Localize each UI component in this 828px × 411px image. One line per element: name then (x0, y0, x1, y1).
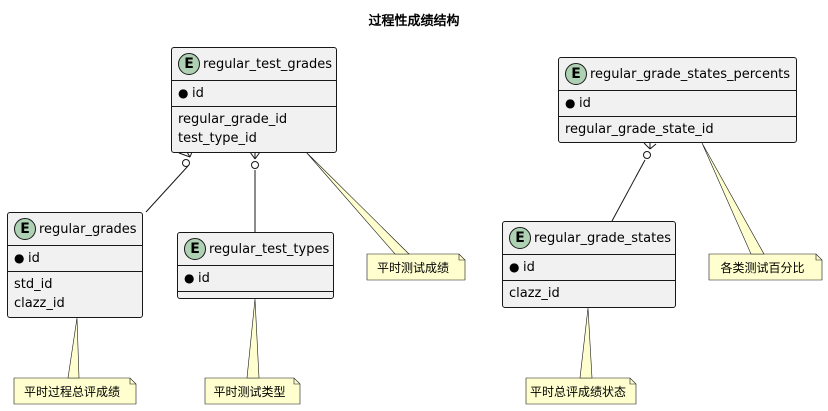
entity-header: E regular_test_types (178, 233, 333, 265)
note-text: 平时测试类型 (213, 384, 286, 399)
entity-name: regular_grades (39, 221, 137, 237)
entity-pk-section: ● id (172, 80, 336, 106)
note-test-grades: 平时测试成绩 (367, 254, 465, 280)
field: regular_grade_state_id (565, 122, 714, 137)
pk-field: id (523, 260, 535, 275)
pk-field: id (28, 251, 40, 266)
note-link-test-types (246, 298, 260, 379)
note-text: 各类测试百分比 (720, 260, 805, 275)
note-grade-states: 平时总评成绩状态 (526, 378, 636, 404)
entity-fields-section (178, 291, 333, 296)
entity-header: E regular_grade_states_percents (559, 58, 796, 90)
primary-key-icon: ● (178, 86, 189, 100)
primary-key-icon: ● (565, 96, 576, 110)
entity-e-icon: E (184, 238, 206, 260)
entity-name: regular_test_types (209, 241, 330, 257)
field: clazz_id (509, 286, 560, 301)
entity-fields-section: clazz_id (503, 280, 675, 306)
note-text: 平时总评成绩状态 (529, 384, 626, 399)
note-text: 平时过程总评成绩 (23, 384, 120, 399)
rel-test-grades-to-grades (145, 151, 193, 213)
entity-regular-test-grades[interactable]: E regular_test_grades ● id regular_grade_… (171, 47, 337, 153)
rel-states-percents-to-grade-states (611, 142, 657, 222)
entity-pk-section: ● id (503, 254, 675, 280)
entity-e-icon: E (14, 218, 36, 240)
er-diagram: 过程性成绩结构 E regular_test_grades ● id regula… (0, 0, 828, 411)
entity-header: E regular_grade_states (503, 222, 675, 254)
entity-regular-test-types[interactable]: E regular_test_types ● id (177, 232, 334, 299)
note-test-types: 平时测试类型 (205, 378, 300, 404)
note-grades: 平时过程总评成绩 (14, 378, 136, 404)
entity-fields-section: regular_grade_state_id (559, 116, 796, 142)
field: std_id (14, 277, 53, 292)
entity-fields-section: regular_grade_id test_type_id (172, 106, 336, 151)
rel-test-grades-to-test-types (249, 151, 261, 232)
entity-regular-grade-states-percents[interactable]: E regular_grade_states_percents ● id regu… (558, 57, 797, 143)
entity-regular-grade-states[interactable]: E regular_grade_states ● id clazz_id (502, 221, 676, 308)
pk-field: id (192, 86, 204, 101)
entity-name: regular_test_grades (203, 56, 333, 72)
entity-pk-section: ● id (559, 90, 796, 116)
entity-fields-section: std_id clazz_id (8, 271, 142, 316)
entity-e-icon: E (509, 227, 531, 249)
field: regular_grade_id (178, 112, 288, 127)
note-text: 平时测试成绩 (376, 260, 449, 275)
pk-field: id (198, 271, 210, 286)
field: clazz_id (14, 296, 65, 311)
entity-pk-section: ● id (178, 265, 333, 291)
entity-header: E regular_test_grades (172, 48, 336, 80)
entity-regular-grades[interactable]: E regular_grades ● id std_id clazz_id (7, 212, 143, 318)
entity-name: regular_grade_states (534, 230, 671, 246)
note-link-grade-states (579, 307, 593, 379)
diagram-title: 过程性成绩结构 (368, 14, 460, 29)
entity-e-icon: E (565, 63, 587, 85)
pk-field: id (579, 96, 591, 111)
entity-pk-section: ● id (8, 245, 142, 271)
primary-key-icon: ● (14, 251, 25, 265)
entity-e-icon: E (178, 53, 200, 75)
primary-key-icon: ● (184, 271, 195, 285)
note-link-states-percents (701, 142, 765, 255)
entity-name: regular_grade_states_percents (590, 66, 791, 82)
note-states-percents: 各类测试百分比 (709, 254, 822, 280)
field: test_type_id (178, 131, 257, 146)
primary-key-icon: ● (509, 260, 520, 274)
note-link-grades (67, 317, 80, 379)
entity-header: E regular_grades (8, 213, 142, 245)
